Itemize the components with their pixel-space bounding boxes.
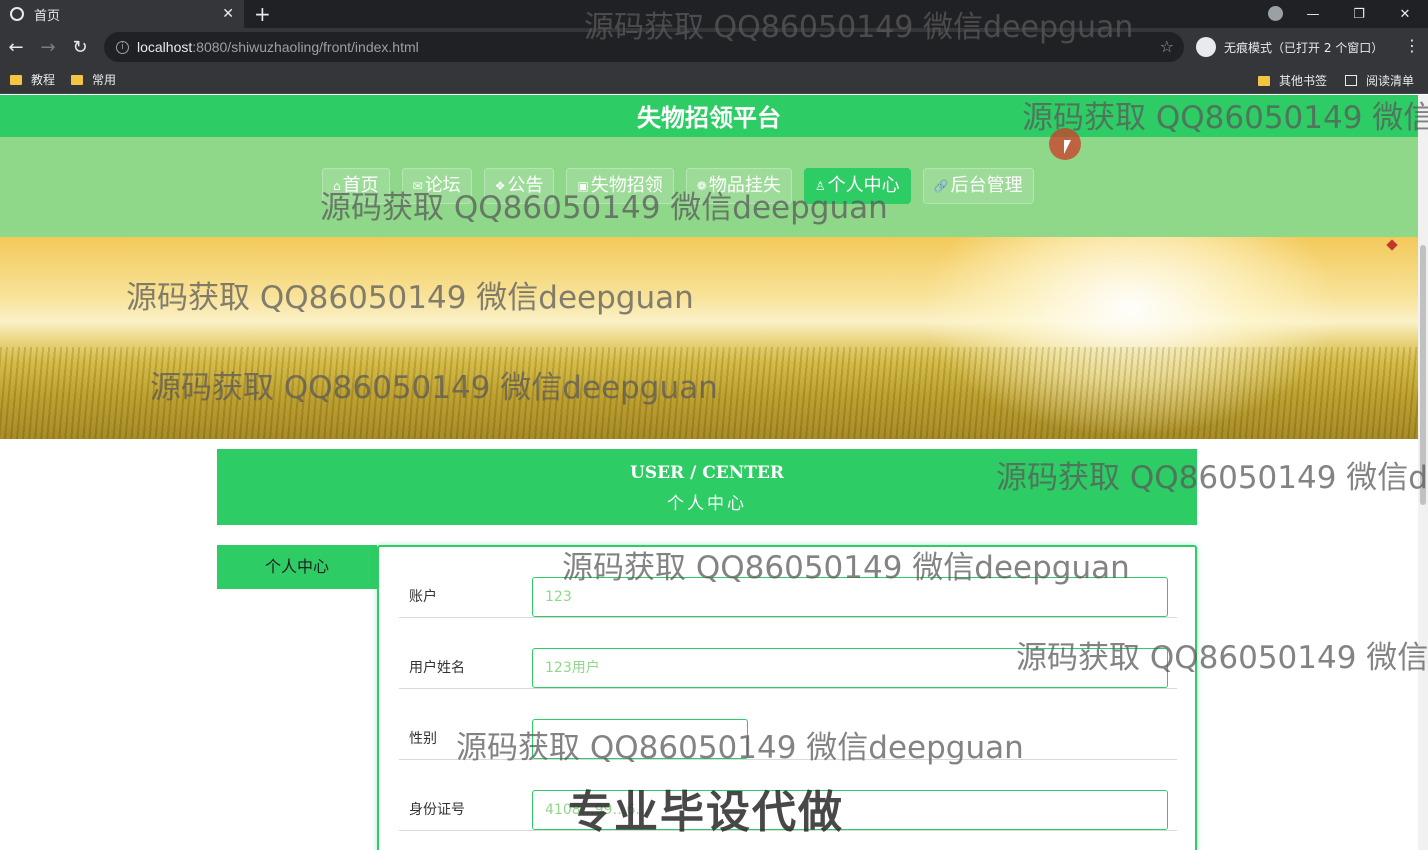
page-content: 失物招领平台 ⌂ 首页 ✉ 论坛 ❖ 公告 ▣ 失物招领 ❁ 物品挂失 ♙ 个人中心 🔗 后台… — [0, 95, 1418, 850]
nav-report-lost[interactable]: ❁ 物品挂失 — [685, 168, 792, 204]
scrollbar-thumb[interactable] — [1420, 245, 1426, 505]
mouse-cursor-icon — [1064, 140, 1071, 154]
incognito-indicator[interactable]: 无痕模式（已打开 2 个窗口） — [1196, 32, 1383, 62]
side-menu-user-center[interactable]: 个人中心 — [217, 545, 377, 589]
nav-label: 物品挂失 — [708, 175, 781, 196]
close-window-button[interactable]: ✕ — [1382, 7, 1428, 22]
minimize-button[interactable]: — — [1290, 7, 1336, 22]
incognito-label: 无痕模式（已打开 2 个窗口） — [1224, 40, 1384, 55]
id-number-label: 身份证号 — [409, 802, 465, 818]
reading-list-icon — [1344, 75, 1357, 86]
browser-tabbar: 首页 ✕ + — ❐ ✕ — [0, 0, 1428, 28]
form-row-gender: 性别 — [399, 689, 1177, 760]
reading-list[interactable]: 阅读清单 — [1344, 72, 1414, 89]
chat-icon: ✉ — [412, 179, 423, 193]
main-nav: ⌂ 首页 ✉ 论坛 ❖ 公告 ▣ 失物招领 ❁ 物品挂失 ♙ 个人中心 🔗 后台管理 — [0, 137, 1418, 237]
user-center-title-zh: 个人中心 — [667, 494, 747, 514]
forward-arrow-icon[interactable]: → — [32, 37, 64, 58]
flower-icon: ❁ — [696, 179, 707, 193]
nav-label: 失物招领 — [590, 175, 663, 196]
bookmark-folder-common[interactable]: 常用 — [71, 71, 116, 88]
info-icon[interactable]: i — [116, 40, 129, 54]
url-path: :8080/shiwuzhaoling/front/index.html — [192, 39, 419, 55]
leaf-icon — [1386, 239, 1398, 251]
nav-notice[interactable]: ❖ 公告 — [483, 168, 555, 204]
form-row-username: 用户姓名 123用户 — [399, 618, 1177, 689]
home-icon: ⌂ — [333, 179, 341, 193]
bookmarks-bar: 教程 常用 其他书签 阅读清单 — [0, 66, 1428, 94]
restore-button[interactable]: ❐ — [1336, 7, 1382, 22]
nav-user-center[interactable]: ♙ 个人中心 — [803, 168, 911, 204]
browser-toolbar: ← → ↻ i localhost :8080/shiwuzhaoling/fr… — [0, 28, 1428, 66]
form-row-account: 账户 123 — [399, 547, 1177, 618]
bookmark-label: 教程 — [31, 73, 56, 87]
username-label: 用户姓名 — [409, 660, 465, 676]
link-icon: 🔗 — [933, 179, 949, 193]
notice-icon: ❖ — [494, 179, 506, 193]
folder-icon — [10, 74, 22, 85]
nav-label: 个人中心 — [827, 175, 900, 196]
folder-icon — [1257, 75, 1270, 86]
window-controls: — ❐ ✕ — [1290, 0, 1428, 28]
watermark-big: 专业毕设代做 — [568, 787, 844, 838]
globe-icon — [10, 7, 24, 21]
gender-label: 性别 — [409, 731, 437, 747]
new-tab-button[interactable]: + — [254, 2, 271, 26]
nav-list: ⌂ 首页 ✉ 论坛 ❖ 公告 ▣ 失物招领 ❁ 物品挂失 ♙ 个人中心 🔗 后台管理 — [322, 168, 1046, 204]
nav-label: 公告 — [507, 175, 544, 196]
bookmarks-right: 其他书签 阅读清单 — [1246, 72, 1420, 89]
nav-lost-found[interactable]: ▣ 失物招领 — [566, 168, 674, 204]
address-bar[interactable]: i localhost :8080/shiwuzhaoling/front/in… — [104, 32, 1184, 62]
browser-tab-home[interactable]: 首页 ✕ — [0, 0, 244, 28]
banner-grass — [0, 347, 1418, 439]
nav-label: 论坛 — [424, 175, 461, 196]
page-scrollbar[interactable] — [1418, 95, 1428, 850]
screen: 首页 ✕ + — ❐ ✕ ← → ↻ i localhost :8080/shi… — [0, 0, 1428, 850]
reload-icon[interactable]: ↻ — [64, 37, 96, 58]
user-center-header: USER / CENTER 个人中心 — [217, 449, 1197, 525]
hero-banner — [0, 237, 1418, 439]
nav-label: 后台管理 — [950, 175, 1023, 196]
bookmark-label: 常用 — [92, 73, 117, 87]
nav-label: 首页 — [342, 175, 379, 196]
menu-dots-icon[interactable]: ⋮ — [1404, 36, 1420, 55]
tab-title: 首页 — [34, 7, 61, 23]
tab-search-icon[interactable] — [1268, 6, 1283, 21]
box-icon: ▣ — [577, 179, 589, 193]
user-center-title-en: USER / CENTER — [630, 463, 784, 483]
bookmark-label: 其他书签 — [1278, 74, 1327, 88]
username-input[interactable]: 123用户 — [532, 648, 1168, 688]
folder-icon — [71, 74, 84, 85]
nav-forum[interactable]: ✉ 论坛 — [401, 168, 472, 204]
url-host: localhost — [137, 39, 193, 55]
nav-home[interactable]: ⌂ 首页 — [322, 168, 390, 204]
bookmark-label: 阅读清单 — [1365, 74, 1414, 88]
site-title: 失物招领平台 — [637, 104, 781, 132]
gender-select[interactable] — [532, 719, 748, 759]
close-tab-icon[interactable]: ✕ — [222, 6, 234, 22]
user-icon: ♙ — [814, 179, 826, 193]
back-arrow-icon[interactable]: ← — [0, 37, 32, 58]
account-input[interactable]: 123 — [532, 577, 1168, 617]
account-label: 账户 — [409, 589, 437, 605]
bookmark-other[interactable]: 其他书签 — [1257, 72, 1327, 89]
site-header: 失物招领平台 — [0, 95, 1418, 137]
incognito-icon — [1196, 37, 1216, 57]
nav-admin[interactable]: 🔗 后台管理 — [922, 168, 1034, 204]
star-icon[interactable]: ☆ — [1160, 37, 1174, 56]
bookmark-folder-tutorial[interactable]: 教程 — [10, 71, 55, 88]
